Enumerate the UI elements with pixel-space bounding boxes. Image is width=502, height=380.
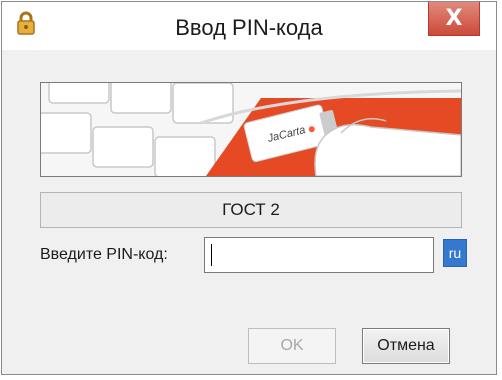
ok-button[interactable]: OK: [248, 328, 336, 364]
language-indicator-button[interactable]: ru: [443, 239, 467, 267]
close-button[interactable]: X: [428, 2, 480, 36]
token-banner-image: JaCarta: [40, 82, 462, 177]
title-bar[interactable]: Ввод PIN-кода X: [2, 2, 496, 50]
cancel-button[interactable]: Отмена: [362, 328, 450, 364]
token-name-field: ГОСТ 2: [40, 192, 462, 228]
window-title: Ввод PIN-кода: [175, 15, 323, 40]
close-icon: X: [445, 5, 463, 31]
pin-label: Введите PIN-код:: [40, 246, 168, 263]
text-caret: [211, 244, 212, 266]
pin-input[interactable]: [204, 237, 434, 273]
pin-dialog: Ввод PIN-кода X JaCarta ГОСТ 2 Введите P…: [1, 1, 497, 375]
